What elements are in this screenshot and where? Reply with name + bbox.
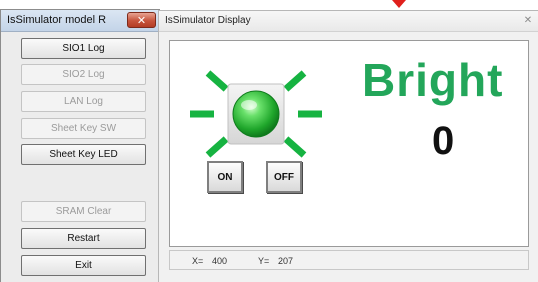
lan-log-button[interactable]: LAN Log: [21, 91, 146, 112]
status-bar: X= 400 Y= 207: [169, 250, 529, 270]
display-panel: ON OFF Bright 0: [169, 40, 529, 247]
led-on-button[interactable]: ON: [207, 161, 243, 193]
control-window-title: IsSimulator model R: [7, 14, 107, 26]
green-led-icon: [190, 70, 322, 158]
close-icon: ✕: [523, 15, 533, 26]
pointer-arrow-icon: [392, 0, 406, 8]
y-coord-value: 207: [278, 256, 294, 266]
display-window-close-button[interactable]: ✕: [521, 14, 535, 27]
x-coord-label: X=: [192, 256, 204, 266]
sheet-key-led-button[interactable]: Sheet Key LED: [21, 144, 146, 165]
y-coord-label: Y=: [258, 256, 270, 266]
sheet-key-sw-button[interactable]: Sheet Key SW: [21, 118, 146, 139]
control-window: IsSimulator model R ✕ SIO1 Log SIO2 Log …: [0, 9, 160, 282]
bright-label: Bright: [362, 54, 504, 106]
exit-button[interactable]: Exit: [21, 255, 146, 276]
control-window-close-button[interactable]: ✕: [127, 12, 156, 28]
sio1-log-button[interactable]: SIO1 Log: [21, 38, 146, 59]
sio2-log-button[interactable]: SIO2 Log: [21, 64, 146, 85]
display-window: IsSimulator Display ✕ ON OFF Bright 0 X=…: [158, 10, 538, 282]
close-icon: ✕: [136, 14, 147, 27]
sram-clear-button[interactable]: SRAM Clear: [21, 201, 146, 222]
bright-value: 0: [432, 119, 455, 163]
restart-button[interactable]: Restart: [21, 228, 146, 249]
control-window-titlebar[interactable]: IsSimulator model R ✕: [1, 10, 159, 32]
x-coord-value: 400: [212, 256, 228, 266]
display-window-title: IsSimulator Display: [165, 15, 251, 26]
display-window-titlebar[interactable]: IsSimulator Display ✕: [159, 11, 538, 32]
screen: IsSimulator model R ✕ SIO1 Log SIO2 Log …: [0, 0, 538, 282]
led-off-button[interactable]: OFF: [266, 161, 302, 193]
